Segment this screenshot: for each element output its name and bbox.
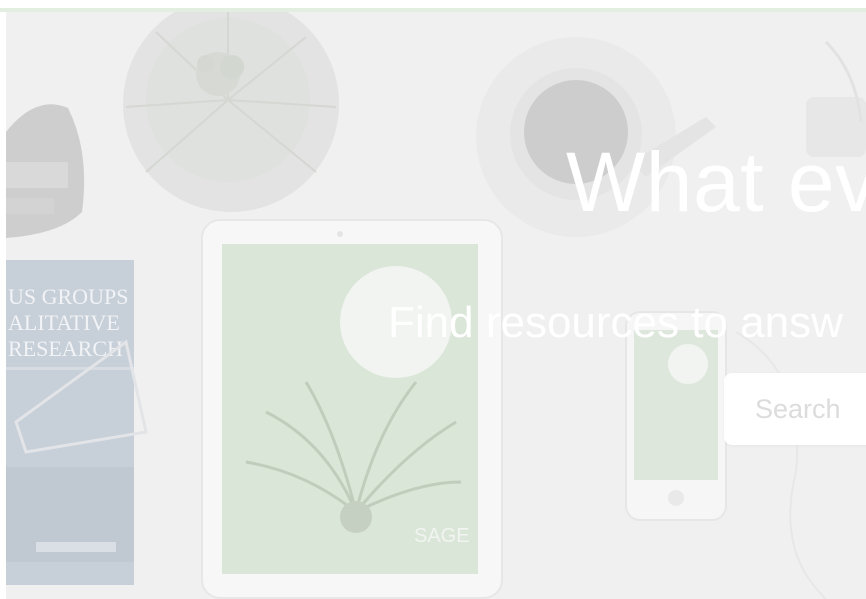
top-white-strip <box>0 0 866 8</box>
hero-banner: US GROUPS ALITATIVE RESEARCH SAGE What e… <box>6 12 866 599</box>
hero-headline: What ev <box>566 135 866 229</box>
search-box <box>724 373 866 445</box>
hero-subheadline: Find resources to answ <box>388 298 843 347</box>
search-input[interactable] <box>724 373 866 445</box>
